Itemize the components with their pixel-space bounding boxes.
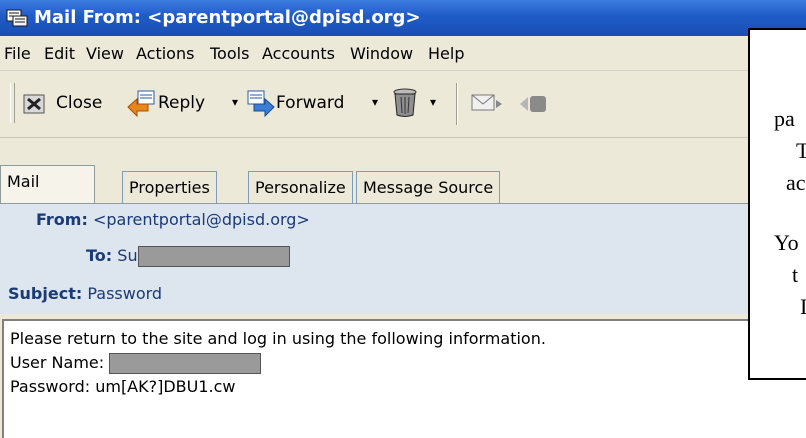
redaction-box	[109, 353, 262, 374]
reply-dropdown-arrow[interactable]: ▾	[232, 95, 238, 109]
menu-window[interactable]: Window	[350, 44, 413, 63]
body-line-password: Password: um[AK?]DBU1.cw	[10, 377, 236, 396]
delete-button[interactable]	[390, 88, 424, 119]
callout-line: t	[792, 262, 799, 287]
close-label: Close	[56, 93, 103, 113]
mail-envelope-icon	[471, 94, 502, 111]
reply-label: Reply	[158, 93, 206, 113]
tab-message-source[interactable]: Message Source	[356, 171, 501, 204]
forward-button[interactable]: Forward	[246, 89, 356, 119]
tab-properties[interactable]: Properties	[122, 171, 217, 204]
from-value[interactable]: <parentportal@dpisd.org>	[93, 210, 310, 229]
callout-line: T	[796, 138, 806, 163]
from-row: From: <parentportal@dpisd.org>	[36, 210, 310, 229]
previous-arrow-icon	[520, 96, 546, 112]
menu-help[interactable]: Help	[428, 44, 464, 63]
annotation-callout: pa T ac Yo t I	[748, 28, 806, 380]
menu-view[interactable]: View	[86, 44, 124, 63]
tab-personalize[interactable]: Personalize	[248, 171, 353, 204]
message-header: From: <parentportal@dpisd.org> To: Su Su…	[0, 203, 806, 314]
menu-bar: File Edit View Actions Tools Accounts Wi…	[0, 36, 806, 71]
previous-message-button[interactable]	[516, 89, 550, 119]
forward-label: Forward	[276, 93, 345, 113]
subject-value: Password	[87, 284, 163, 303]
mail-window: Mail From: <parentportal@dpisd.org> File…	[0, 0, 806, 438]
delete-dropdown-arrow[interactable]: ▾	[430, 95, 436, 109]
close-icon	[23, 94, 45, 114]
menu-file[interactable]: File	[4, 44, 31, 63]
menu-actions[interactable]: Actions	[136, 44, 194, 63]
from-label: From:	[36, 210, 88, 229]
callout-line: pa	[774, 106, 795, 131]
message-body[interactable]: Please return to the site and log in usi…	[2, 319, 806, 438]
menu-accounts[interactable]: Accounts	[262, 44, 335, 63]
menu-edit[interactable]: Edit	[44, 44, 75, 63]
send-receive-button[interactable]	[470, 89, 504, 119]
callout-line: ac	[786, 170, 806, 195]
toolbar-grip[interactable]	[10, 83, 15, 123]
body-line-username: User Name:	[10, 353, 262, 374]
callout-line: I	[800, 294, 806, 319]
reply-icon	[127, 90, 155, 117]
tab-strip: Mail Properties Personalize Message Sour…	[0, 163, 806, 204]
username-label: User Name:	[10, 353, 105, 372]
toolbar-separator	[456, 83, 458, 125]
toolbar: Close Reply ▾ Forward ▾ ▾	[0, 71, 806, 138]
mail-app-icon	[6, 9, 28, 27]
menu-tools[interactable]: Tools	[210, 44, 249, 63]
body-line-instructions: Please return to the site and log in usi…	[10, 329, 546, 348]
forward-dropdown-arrow[interactable]: ▾	[372, 95, 378, 109]
redaction-box	[137, 246, 290, 267]
callout-line: Yo	[774, 230, 799, 255]
forward-icon	[247, 90, 275, 117]
to-row: To: Su	[86, 246, 290, 267]
reply-button[interactable]: Reply	[126, 89, 226, 119]
subject-row: Subject: Password	[8, 284, 162, 303]
to-value[interactable]: Su	[117, 246, 137, 265]
window-title: Mail From: <parentportal@dpisd.org>	[34, 7, 421, 28]
trash-can-icon	[393, 88, 417, 117]
tab-mail[interactable]: Mail	[0, 165, 95, 203]
subject-label: Subject:	[8, 284, 83, 303]
title-bar: Mail From: <parentportal@dpisd.org>	[0, 0, 806, 36]
close-button[interactable]: Close	[22, 89, 122, 119]
to-label: To:	[86, 246, 113, 265]
